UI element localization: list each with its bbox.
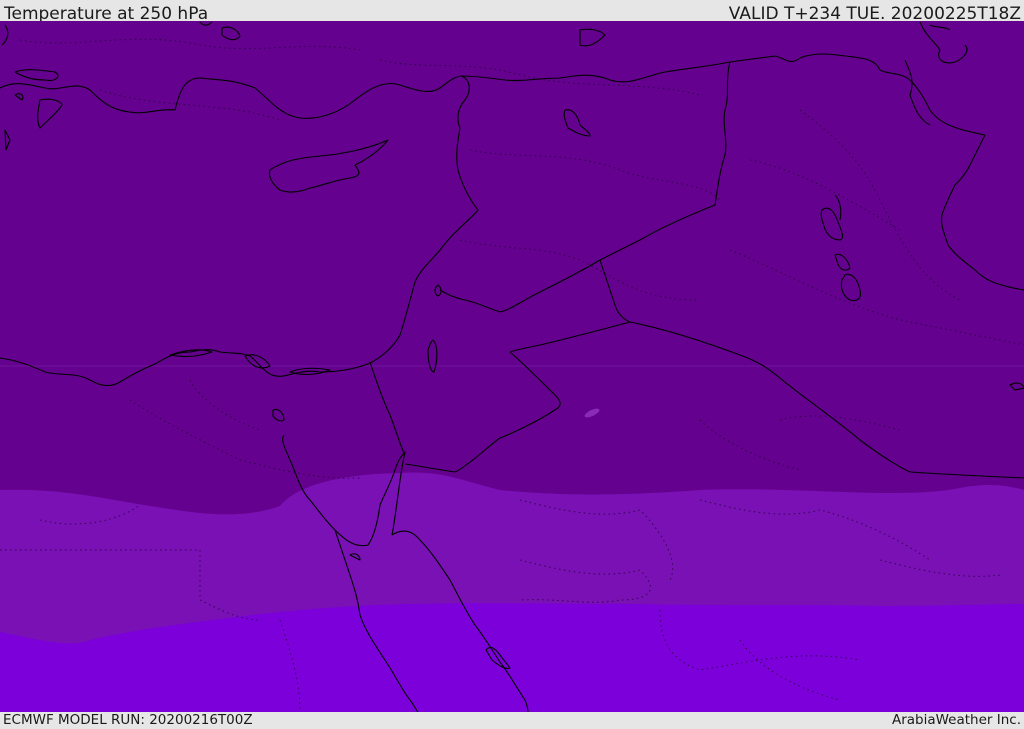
credit-text: ArabiaWeather Inc.: [891, 712, 1021, 728]
temperature-map: [0, 21, 1024, 712]
map-canvas[interactable]: [0, 21, 1024, 712]
footer-bar: ECMWF MODEL RUN: 20200216T00Z ArabiaWeat…: [0, 712, 1024, 729]
model-run: ECMWF MODEL RUN: 20200216T00Z: [3, 712, 253, 728]
header-bar: Temperature at 250 hPa VALID T+234 TUE. …: [0, 0, 1024, 24]
